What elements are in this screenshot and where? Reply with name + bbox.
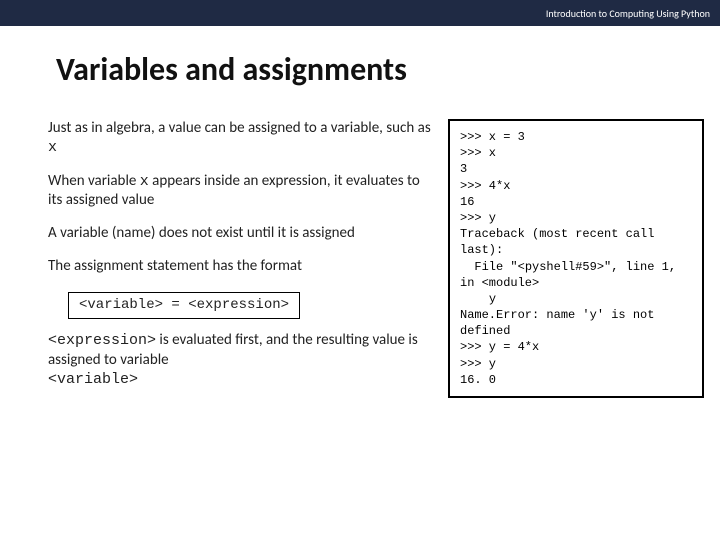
paragraph-5: <expression> is evaluated first, and the… — [48, 331, 434, 389]
left-column: Just as in algebra, a value can be assig… — [48, 119, 434, 403]
course-label: Introduction to Computing Using Python — [546, 7, 710, 20]
paragraph-4: The assignment statement has the format — [48, 257, 434, 276]
page-title: Variables and assignments — [56, 50, 720, 89]
right-column: >>> x = 3 >>> x 3 >>> 4*x 16 >>> y Trace… — [448, 119, 704, 403]
inline-code: <expression> — [48, 332, 156, 349]
inline-code: <variable> — [48, 371, 138, 388]
syntax-box: <variable> = <expression> — [68, 292, 300, 320]
text: When variable — [48, 172, 140, 190]
text: Just as in algebra, a value can be assig… — [48, 119, 431, 137]
paragraph-2: When variable x appears inside an expres… — [48, 172, 434, 211]
inline-code: x — [48, 139, 57, 156]
content-area: Just as in algebra, a value can be assig… — [0, 119, 720, 403]
paragraph-3: A variable (name) does not exist until i… — [48, 224, 434, 243]
inline-code: x — [140, 173, 149, 190]
paragraph-1: Just as in algebra, a value can be assig… — [48, 119, 434, 158]
header-bar: Introduction to Computing Using Python — [0, 0, 720, 26]
terminal-output: >>> x = 3 >>> x 3 >>> 4*x 16 >>> y Trace… — [448, 119, 704, 398]
